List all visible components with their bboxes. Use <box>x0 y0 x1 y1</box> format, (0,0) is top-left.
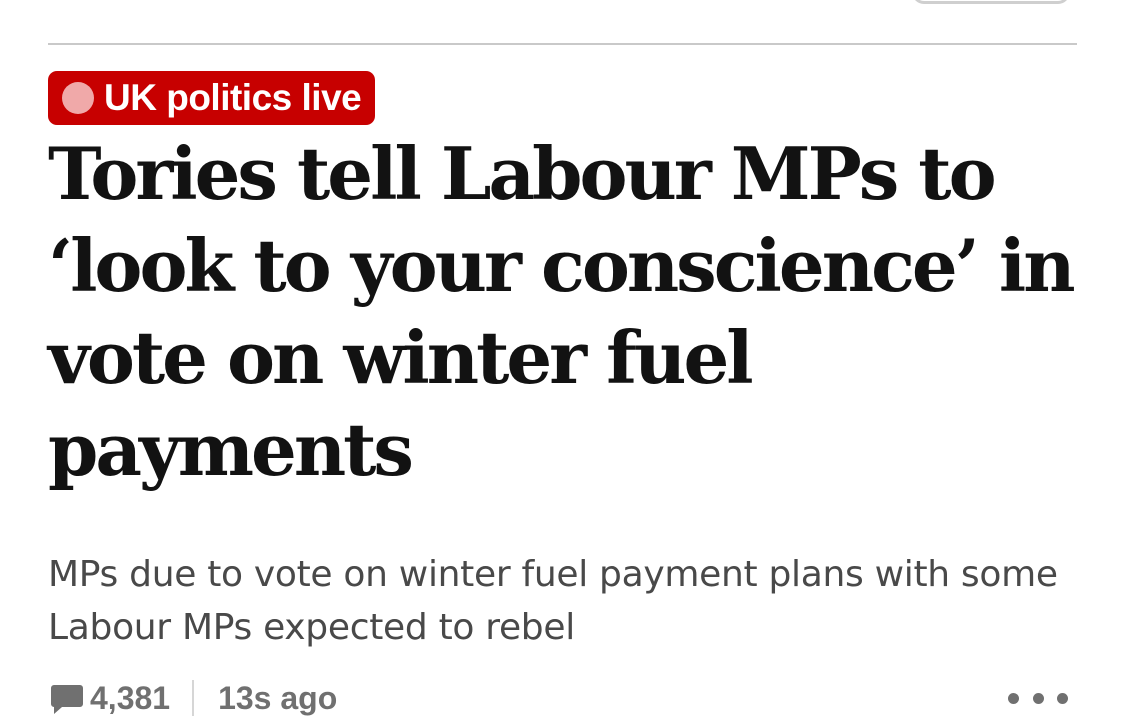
section-divider <box>48 43 1077 45</box>
more-dots-icon <box>1032 692 1044 704</box>
timestamp: 13s ago <box>218 679 338 716</box>
article-meta: 4,381 13s ago <box>48 674 337 722</box>
live-kicker-badge[interactable]: UK politics live <box>48 71 376 125</box>
top-button-outline[interactable] <box>912 0 1070 4</box>
live-dot-icon <box>62 82 94 114</box>
speech-bubble-svg <box>51 685 83 714</box>
headline[interactable]: Tories tell Labour MPs to ‘look to your … <box>48 128 1108 496</box>
speech-bubble-icon[interactable] <box>48 679 86 717</box>
more-dots-icon <box>1008 692 1019 704</box>
more-options-button[interactable] <box>1008 686 1068 710</box>
comment-count[interactable]: 4,381 <box>90 680 170 717</box>
more-dots-icon <box>1057 692 1068 704</box>
standfirst: MPs due to vote on winter fuel payment p… <box>48 554 1058 648</box>
kicker-label: UK politics live <box>104 77 362 118</box>
meta-separator <box>192 680 195 716</box>
